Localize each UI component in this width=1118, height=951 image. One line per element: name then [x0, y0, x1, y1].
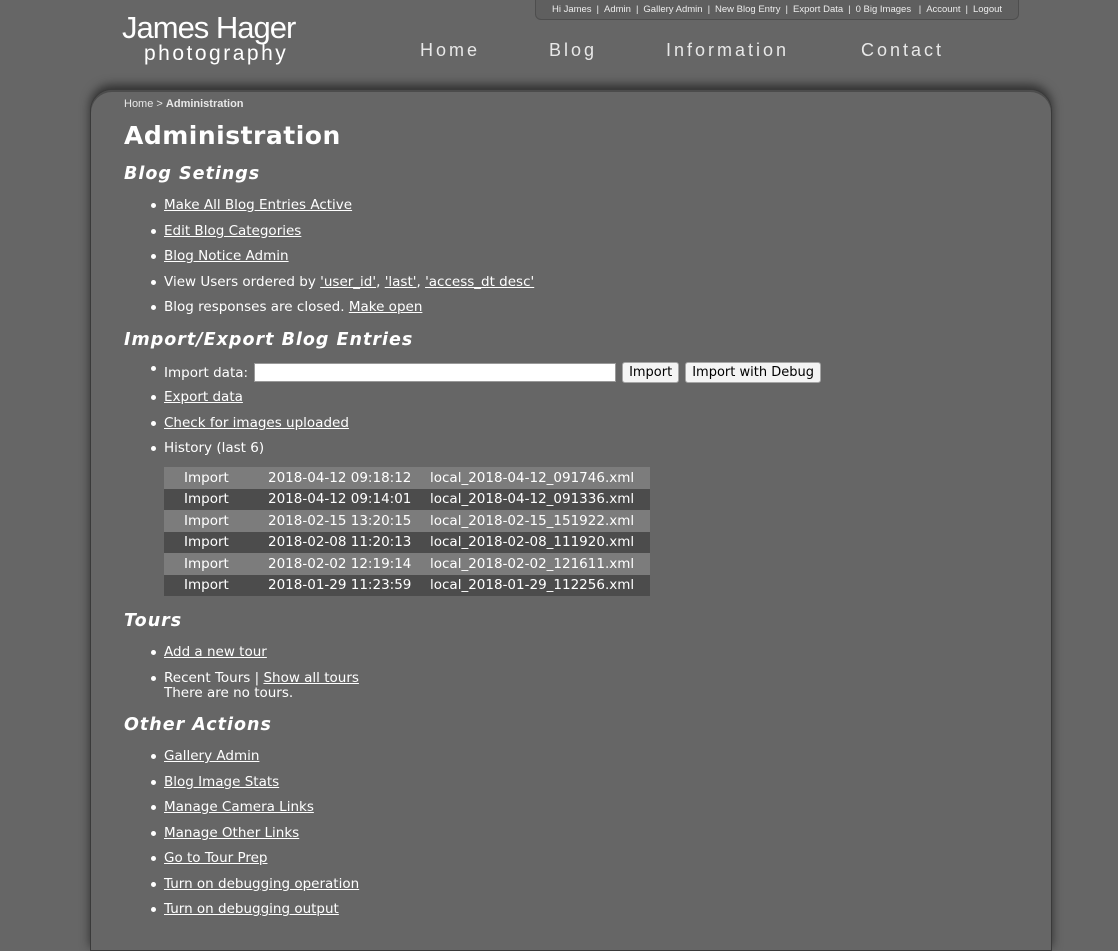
breadcrumb-home[interactable]: Home — [124, 98, 153, 110]
history-file: local_2018-02-15_151922.xml — [430, 512, 635, 529]
history-table: Import 2018-04-12 09:18:12 local_2018-04-1… — [164, 467, 650, 596]
other-actions-heading: Other Actions — [124, 715, 272, 735]
history-type: Import — [184, 512, 229, 529]
logout-link[interactable]: Logout — [973, 4, 1002, 15]
make-all-active-link[interactable]: Make All Blog Entries Active — [164, 197, 352, 213]
add-tour-link[interactable]: Add a new tour — [164, 644, 267, 660]
tour-prep-action[interactable]: Go to Tour Prep — [164, 850, 268, 866]
nav-information[interactable]: Information — [666, 40, 789, 61]
list-item: Add a new tour — [148, 644, 359, 670]
history-date: 2018-04-12 09:18:12 — [268, 469, 412, 486]
account-link[interactable]: Account — [926, 4, 960, 15]
history-date: 2018-02-02 12:19:14 — [268, 555, 412, 572]
nav-home[interactable]: Home — [420, 40, 480, 61]
order-user-id-link[interactable]: 'user_id' — [320, 274, 376, 290]
manage-camera-links-action[interactable]: Manage Camera Links — [164, 799, 314, 815]
list-item: Edit Blog Categories — [148, 223, 534, 249]
blog-image-stats-action[interactable]: Blog Image Stats — [164, 774, 279, 790]
breadcrumb: Home > Administration — [124, 98, 244, 110]
export-data-link[interactable]: Export Data — [793, 4, 843, 15]
import-data-input[interactable] — [254, 363, 617, 382]
list-item: Manage Camera Links — [148, 799, 359, 825]
list-item: Blog responses are closed. Make open — [148, 299, 534, 325]
edit-categories-link[interactable]: Edit Blog Categories — [164, 223, 301, 239]
history-file: local_2018-02-08_111920.xml — [430, 534, 635, 551]
history-type: Import — [184, 555, 229, 572]
table-row: Import 2018-02-15 13:20:15 local_2018-02-1… — [164, 510, 650, 532]
view-users-label: View Users ordered by — [164, 273, 321, 290]
recent-tours-label: Recent Tours | — [164, 669, 264, 686]
import-data-label: Import data: — [164, 364, 249, 381]
list-item: History (last 6) — [148, 440, 821, 466]
blog-settings-list: Make All Blog Entries Active Edit Blog C… — [148, 197, 534, 325]
import-export-list: Import data: Import Import with Debug Ex… — [148, 362, 821, 466]
history-file: local_2018-04-12_091746.xml — [430, 469, 635, 486]
big-images-link[interactable]: 0 Big Images — [856, 4, 911, 15]
no-tours-text: There are no tours. — [164, 685, 294, 701]
other-actions-list: Gallery Admin Blog Image Stats Manage Ca… — [148, 748, 359, 927]
history-file: local_2018-04-12_091336.xml — [430, 491, 635, 508]
responses-status: Blog responses are closed. — [164, 299, 349, 315]
list-item: Turn on debugging operation — [148, 876, 359, 902]
blog-settings-heading: Blog Setings — [124, 164, 261, 184]
table-row: Import 2018-02-08 11:20:13 local_2018-02-0… — [164, 531, 650, 553]
list-item: Manage Other Links — [148, 825, 359, 851]
content-panel: Home > Administration Administration Blo… — [90, 89, 1052, 951]
logo-tagline: photography — [144, 42, 289, 65]
table-row: Import 2018-04-12 09:14:01 local_2018-04-1… — [164, 488, 650, 510]
make-open-link[interactable]: Make open — [349, 299, 423, 315]
breadcrumb-separator: > — [156, 98, 163, 110]
list-item: Make All Blog Entries Active — [148, 197, 534, 223]
nav-blog[interactable]: Blog — [549, 40, 597, 61]
history-type: Import — [184, 534, 229, 551]
user-bar: Hi James | Admin | Gallery Admin | New Blog… — [535, 0, 1019, 20]
history-date: 2018-02-15 13:20:15 — [268, 512, 412, 529]
logo-name: James Hager — [122, 10, 296, 45]
history-date: 2018-02-08 11:20:13 — [268, 534, 412, 551]
history-type: Import — [184, 469, 229, 486]
table-row: Import 2018-04-12 09:18:12 local_2018-04-1… — [164, 467, 650, 489]
history-type: Import — [184, 491, 229, 508]
nav-contact[interactable]: Contact — [861, 40, 944, 61]
notice-admin-link[interactable]: Blog Notice Admin — [164, 248, 289, 264]
history-date: 2018-04-12 09:14:01 — [268, 491, 412, 508]
debug-output-action[interactable]: Turn on debugging output — [164, 901, 339, 917]
import-button[interactable]: Import — [622, 362, 680, 383]
check-images-link[interactable]: Check for images uploaded — [164, 415, 349, 431]
list-item: View Users ordered by 'user_id', 'last',… — [148, 274, 534, 300]
list-item: Blog Image Stats — [148, 774, 359, 800]
manage-other-links-action[interactable]: Manage Other Links — [164, 825, 299, 841]
list-item: Turn on debugging output — [148, 901, 359, 927]
show-all-tours-link[interactable]: Show all tours — [263, 670, 358, 686]
list-item: Blog Notice Admin — [148, 248, 534, 274]
order-access-link[interactable]: 'access_dt desc' — [425, 274, 534, 290]
page-title: Administration — [124, 121, 341, 150]
new-blog-entry-link[interactable]: New Blog Entry — [715, 4, 780, 15]
history-label: History (last 6) — [164, 440, 265, 456]
table-row: Import 2018-02-02 12:19:14 local_2018-02-0… — [164, 553, 650, 575]
list-item: Gallery Admin — [148, 748, 359, 774]
list-item: Export data — [148, 389, 821, 415]
breadcrumb-current: Administration — [165, 98, 244, 110]
list-item: Import data: Import Import with Debug — [148, 360, 821, 389]
admin-link[interactable]: Admin — [604, 4, 631, 15]
history-type: Import — [184, 577, 229, 594]
table-row: Import 2018-01-29 11:23:59 local_2018-01-2… — [164, 574, 650, 596]
import-debug-button[interactable]: Import with Debug — [685, 362, 821, 383]
history-date: 2018-01-29 11:23:59 — [268, 577, 412, 594]
order-last-link[interactable]: 'last' — [385, 274, 417, 290]
site-logo[interactable]: James Hager photography — [122, 12, 312, 68]
list-item: Check for images uploaded — [148, 415, 821, 441]
debug-operation-action[interactable]: Turn on debugging operation — [164, 876, 359, 892]
export-data-link[interactable]: Export data — [164, 389, 243, 405]
list-item: Go to Tour Prep — [148, 850, 359, 876]
gallery-admin-action[interactable]: Gallery Admin — [164, 748, 259, 764]
tours-heading: Tours — [124, 611, 183, 631]
history-file: local_2018-02-02_121611.xml — [430, 555, 635, 572]
history-file: local_2018-01-29_112256.xml — [430, 577, 635, 594]
greeting: Hi James — [551, 4, 592, 15]
gallery-admin-link[interactable]: Gallery Admin — [643, 4, 702, 15]
import-export-heading: Import/Export Blog Entries — [124, 330, 414, 350]
